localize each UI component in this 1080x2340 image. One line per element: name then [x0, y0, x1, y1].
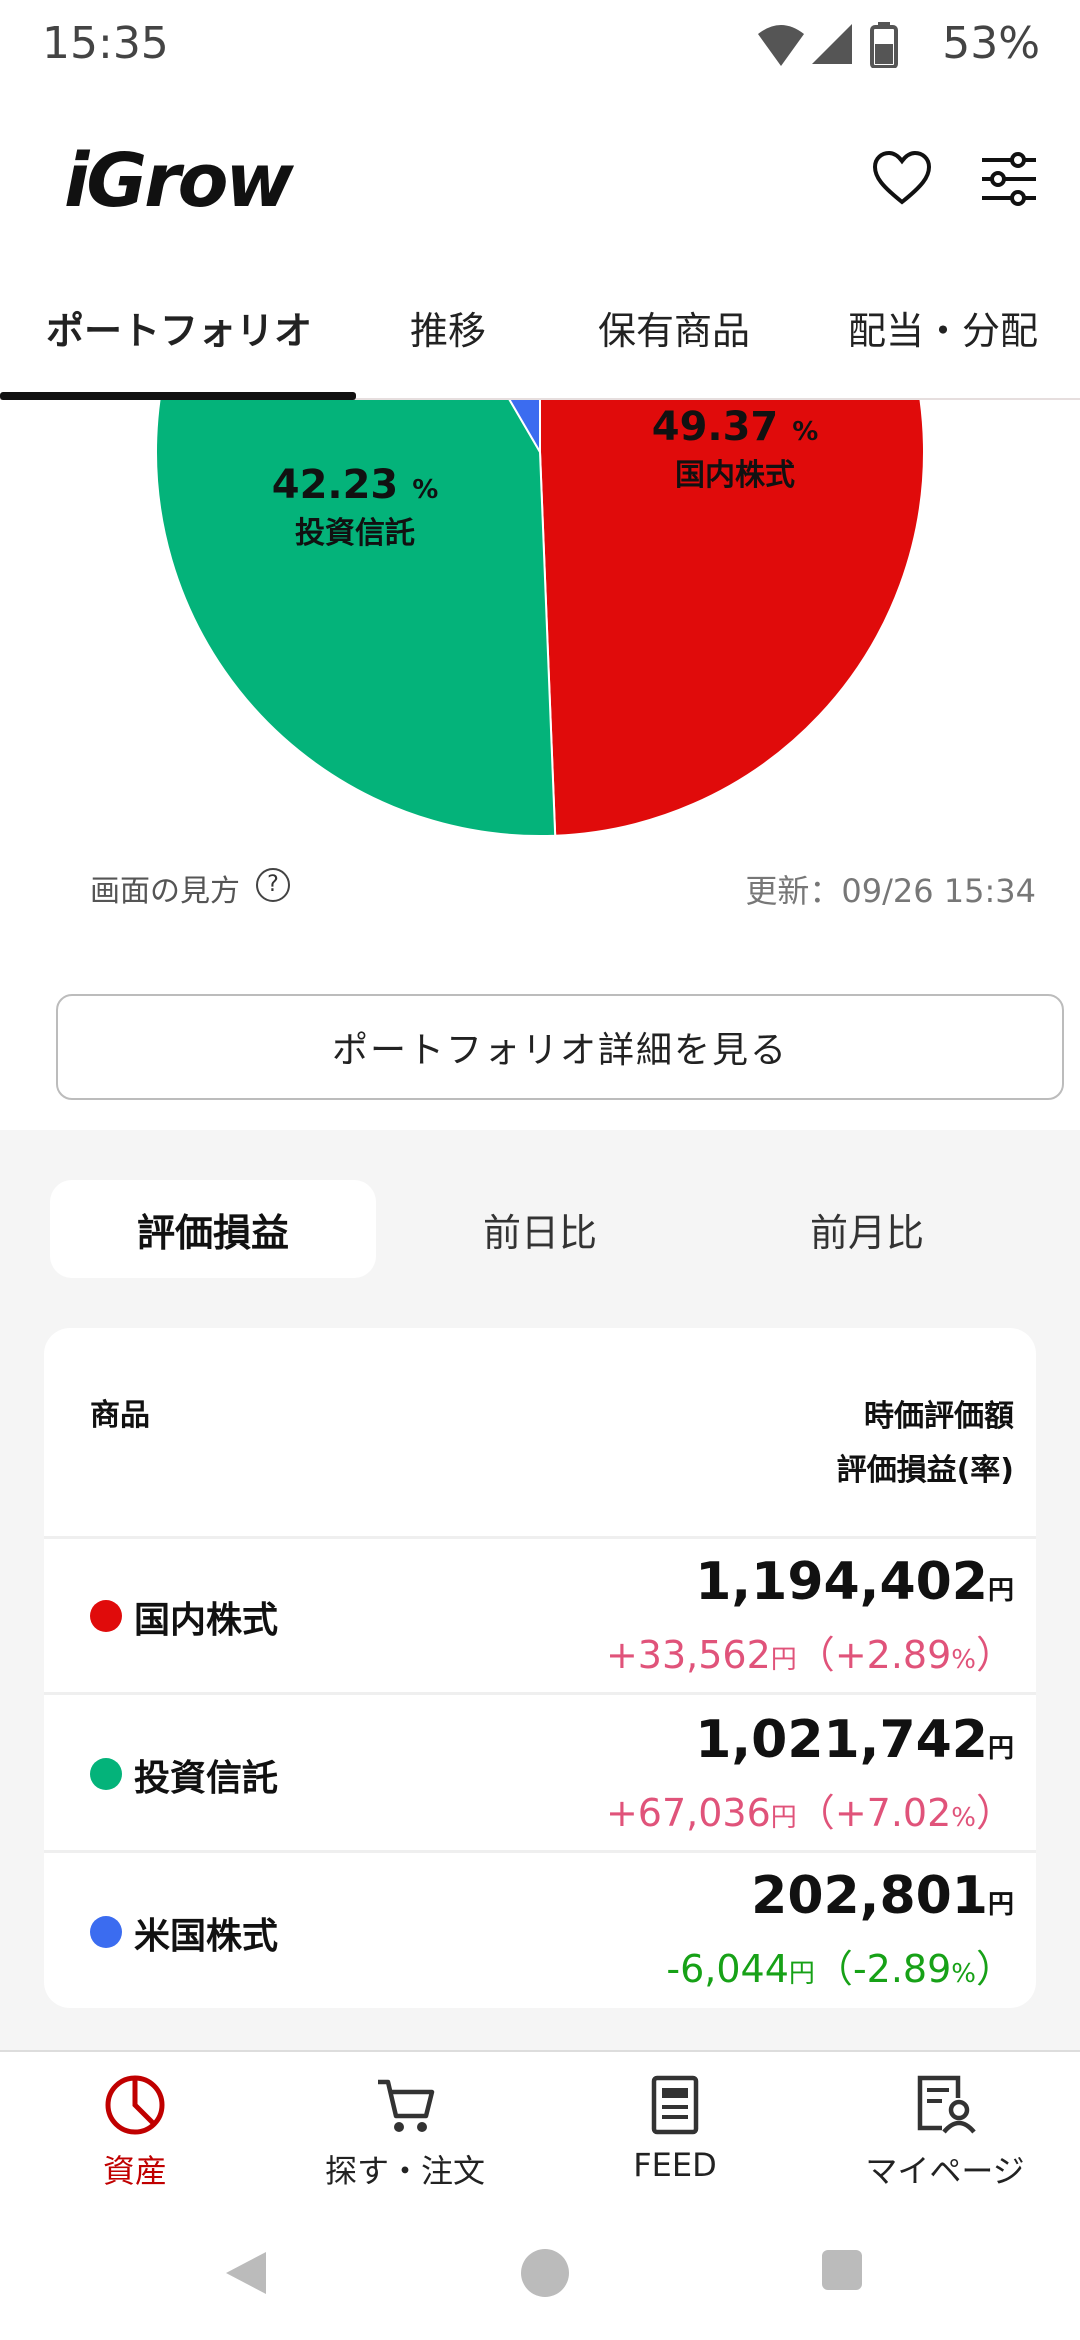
- nav-label: マイページ: [865, 2152, 1025, 2190]
- slice-name: 国内株式: [675, 458, 795, 493]
- row-market-value: 202,801円: [751, 1866, 1014, 1926]
- nav-label: 資産: [102, 2152, 167, 2190]
- app-logo: iGrow: [64, 138, 294, 224]
- portfolio-detail-button[interactable]: ポートフォリオ詳細を見る: [56, 994, 1064, 1100]
- column-header-value: 時価評価額 評価損益(率): [837, 1390, 1014, 1498]
- signal-icon: [812, 24, 852, 64]
- row-name[interactable]: 投資信託: [134, 1749, 278, 1801]
- slice-label-domestic-stocks: 49.37 % 国内株式: [620, 404, 850, 494]
- system-recents-icon[interactable]: [820, 2248, 864, 2292]
- nav-assets[interactable]: 資産: [0, 2074, 270, 2192]
- column-header-market-value: 時価評価額: [864, 1399, 1014, 1434]
- row-name[interactable]: 米国株式: [134, 1907, 278, 1959]
- favorite-heart-icon[interactable]: [872, 150, 932, 206]
- row-market-value: 1,194,402円: [695, 1552, 1014, 1612]
- active-tab-indicator: [0, 392, 356, 400]
- row-divider: [44, 1536, 1036, 1539]
- segment-month-change[interactable]: 前月比: [704, 1180, 1030, 1278]
- portfolio-pie-chart: [155, 400, 925, 837]
- slice-percent: 49.37: [651, 404, 779, 450]
- column-header-gain-rate: 評価損益(率): [836, 1453, 1014, 1488]
- wifi-icon: [758, 25, 804, 66]
- pie-chart-icon: [105, 2075, 165, 2135]
- status-time: 15:35: [42, 18, 169, 69]
- nav-search-order[interactable]: 探す・注文: [270, 2074, 540, 2192]
- row-market-value: 1,021,742円: [695, 1710, 1014, 1770]
- profile-icon: [917, 2075, 976, 2134]
- nav-mypage[interactable]: マイページ: [810, 2074, 1080, 2192]
- segment-unrealized-gain[interactable]: 評価損益: [50, 1180, 376, 1278]
- battery-percentage: 53%: [942, 18, 1040, 69]
- slice-label-investment-trusts: 42.23 % 投資信託: [240, 462, 470, 552]
- updated-timestamp: 更新：09/26 15:34: [745, 872, 1036, 910]
- system-back-icon[interactable]: [222, 2248, 270, 2298]
- tab-trend[interactable]: 推移: [410, 300, 486, 355]
- system-home-icon[interactable]: [520, 2248, 570, 2298]
- tab-portfolio[interactable]: ポートフォリオ: [46, 300, 312, 355]
- battery-icon: [870, 22, 898, 68]
- how-to-read-link[interactable]: 画面の見方: [90, 866, 240, 910]
- legend-dot-us-stocks: [90, 1916, 122, 1948]
- legend-dot-investment-trusts: [90, 1758, 122, 1790]
- row-gain: -6,044円（-2.89%）: [666, 1947, 1014, 1991]
- column-header-product: 商品: [90, 1398, 150, 1433]
- nav-feed[interactable]: FEED: [540, 2074, 810, 2184]
- row-gain: +67,036円（+7.02%）: [605, 1791, 1014, 1835]
- legend-dot-domestic-stocks: [90, 1600, 122, 1632]
- row-divider: [44, 1850, 1036, 1853]
- bottom-nav-border: [0, 2050, 1080, 2052]
- row-name[interactable]: 国内株式: [134, 1591, 278, 1643]
- tab-dividends[interactable]: 配当・分配: [848, 300, 1038, 355]
- logo-text: iGrow: [64, 138, 294, 224]
- feed-icon: [651, 2075, 699, 2135]
- row-divider: [44, 1692, 1036, 1695]
- help-icon[interactable]: ?: [256, 868, 290, 902]
- slice-name: 投資信託: [295, 516, 415, 551]
- segment-day-change[interactable]: 前日比: [377, 1180, 703, 1278]
- tab-holdings[interactable]: 保有商品: [598, 300, 750, 355]
- nav-label: 探す・注文: [324, 2152, 485, 2190]
- nav-label: FEED: [633, 2146, 717, 2184]
- cart-icon: [378, 2079, 435, 2132]
- row-gain: +33,562円（+2.89%）: [605, 1633, 1014, 1677]
- filter-settings-icon[interactable]: [980, 152, 1038, 206]
- slice-percent: 42.23: [271, 462, 399, 508]
